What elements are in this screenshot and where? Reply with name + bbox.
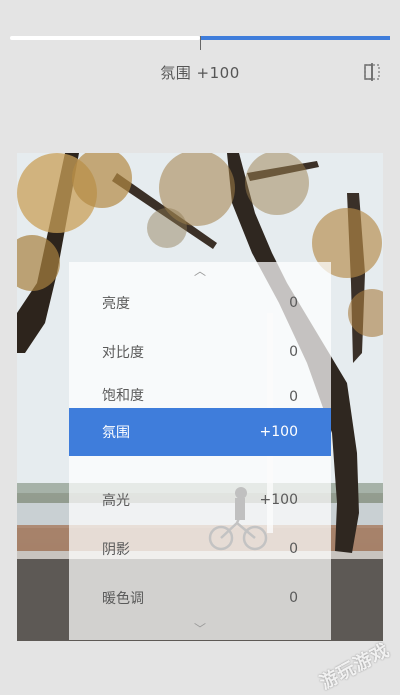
- chevron-down-icon[interactable]: ﹀: [69, 622, 331, 636]
- menu-item-label: 氛围: [102, 425, 130, 441]
- menu-item-warmth[interactable]: 暖色调 0: [69, 574, 331, 622]
- menu-item-value: 0: [289, 590, 298, 606]
- menu-item-value: +100: [259, 424, 298, 440]
- menu-item-value: 0: [289, 389, 298, 405]
- slider-track-left: [10, 36, 200, 40]
- menu-item-value: 0: [289, 344, 298, 360]
- slider-center-tick: [200, 36, 201, 50]
- menu-item-label: 饱和度: [102, 388, 144, 404]
- slider-fill: [200, 36, 390, 40]
- adjustment-menu: ︿ 亮度 0 对比度 0 饱和度 0 氛围 +100 高光 +100 阴影 0 …: [69, 262, 331, 640]
- watermark: 游玩游戏: [316, 639, 394, 694]
- menu-item-contrast[interactable]: 对比度 0: [69, 328, 331, 376]
- menu-item-label: 高光: [102, 493, 130, 509]
- menu-item-shadows[interactable]: 阴影 0: [69, 525, 331, 573]
- chevron-up-icon[interactable]: ︿: [69, 264, 331, 278]
- menu-item-value: +100: [259, 492, 298, 508]
- menu-item-ambiance[interactable]: 氛围 +100: [69, 408, 331, 456]
- menu-item-value: 0: [289, 541, 298, 557]
- menu-item-value: 0: [289, 295, 298, 311]
- menu-item-label: 对比度: [102, 345, 144, 361]
- compare-button[interactable]: [362, 62, 382, 82]
- menu-item-saturation[interactable]: 饱和度 0: [69, 377, 331, 407]
- menu-item-label: 亮度: [102, 296, 130, 312]
- menu-item-label: 阴影: [102, 542, 130, 558]
- menu-item-brightness[interactable]: 亮度 0: [69, 279, 331, 327]
- current-parameter-label: 氛围 +100: [160, 64, 240, 82]
- compare-icon: [364, 63, 380, 81]
- adjustment-slider[interactable]: [10, 30, 390, 54]
- menu-item-label: 暖色调: [102, 591, 144, 607]
- menu-item-highlights[interactable]: 高光 +100: [69, 476, 331, 524]
